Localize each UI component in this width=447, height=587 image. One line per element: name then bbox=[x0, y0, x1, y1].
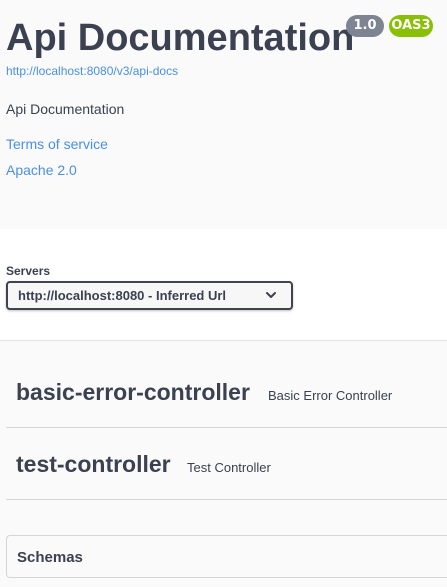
schemas-section[interactable]: Schemas bbox=[6, 535, 447, 578]
api-description: Api Documentation bbox=[6, 101, 125, 117]
tag-description: Basic Error Controller bbox=[268, 388, 393, 403]
servers-section: Servers http://localhost:8080 - Inferred… bbox=[0, 229, 447, 340]
tag-name: test-controller bbox=[16, 451, 171, 477]
tag-section-test-controller[interactable]: test-controller Test Controller bbox=[6, 427, 447, 500]
chevron-down-icon bbox=[266, 292, 276, 298]
oas-badge: OAS3 bbox=[389, 15, 433, 37]
version-badge: 1.0 bbox=[346, 15, 384, 37]
page-title: Api Documentation bbox=[6, 17, 355, 59]
schemas-title: Schemas bbox=[17, 549, 83, 566]
tag-name: basic-error-controller bbox=[16, 379, 250, 405]
license-link[interactable]: Apache 2.0 bbox=[6, 162, 77, 178]
tag-description: Test Controller bbox=[187, 460, 271, 475]
terms-of-service-link[interactable]: Terms of service bbox=[6, 136, 108, 152]
operations-section: basic-error-controller Basic Error Contr… bbox=[0, 340, 447, 587]
info-section: Api Documentation 1.0 OAS3 http://localh… bbox=[0, 0, 447, 229]
servers-select[interactable]: http://localhost:8080 - Inferred Url bbox=[6, 281, 293, 310]
servers-select-value: http://localhost:8080 - Inferred Url bbox=[18, 288, 227, 303]
spec-url-link[interactable]: http://localhost:8080/v3/api-docs bbox=[6, 64, 178, 78]
tag-section-basic-error-controller[interactable]: basic-error-controller Basic Error Contr… bbox=[6, 355, 447, 428]
servers-label: Servers bbox=[6, 264, 51, 278]
